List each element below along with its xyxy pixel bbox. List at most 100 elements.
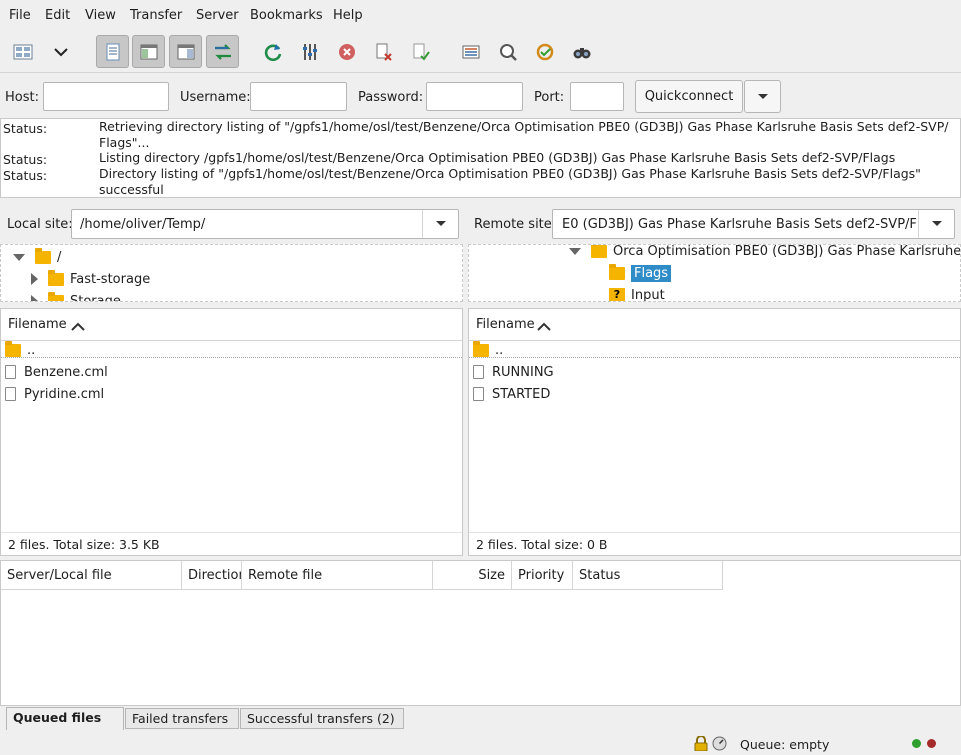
unknown-folder-icon: ?: [609, 288, 625, 301]
tree-item-input[interactable]: ? Input: [609, 285, 665, 302]
menu-view[interactable]: View: [85, 8, 116, 23]
file-row-parent[interactable]: ..: [473, 340, 503, 360]
local-directory-tree[interactable]: / Fast-storage Storage: [0, 244, 463, 302]
message-log[interactable]: Status: Retrieving directory listing of …: [0, 118, 961, 198]
queue-column-server-local-file[interactable]: Server/Local file: [1, 561, 182, 590]
queue-column-status[interactable]: Status: [573, 561, 723, 590]
file-name: STARTED: [492, 386, 551, 402]
chevron-down-icon[interactable]: [918, 210, 954, 238]
process-queue-icon[interactable]: [293, 35, 326, 68]
folder-icon: [48, 269, 64, 286]
local-filename-column-header[interactable]: Filename: [1, 309, 462, 341]
menu-edit[interactable]: Edit: [45, 8, 70, 23]
file-name: ..: [495, 342, 504, 358]
remote-directory-tree[interactable]: Orca Optimisation PBE0 (GD3BJ) Gas Phase…: [468, 244, 961, 302]
refresh-icon[interactable]: [256, 35, 289, 68]
quickconnect-dropdown-button[interactable]: [744, 80, 781, 113]
local-site-path: /home/oliver/Temp/: [80, 217, 206, 232]
file-row[interactable]: Benzene.cml: [5, 362, 108, 382]
tab-successful-transfers[interactable]: Successful transfers (2): [240, 708, 404, 729]
queue-column-priority[interactable]: Priority: [512, 561, 573, 590]
port-input[interactable]: [570, 82, 624, 111]
queue-column-direction[interactable]: Direction: [182, 561, 242, 590]
log-label: Status:: [3, 152, 48, 167]
menu-help[interactable]: Help: [333, 8, 363, 23]
chevron-down-icon[interactable]: [422, 210, 458, 238]
log-message: Retrieving directory listing of "/gpfs1/…: [99, 119, 949, 150]
file-icon: [5, 387, 16, 401]
tab-queued-files[interactable]: Queued files: [6, 707, 124, 730]
tree-item-label: Fast-storage: [70, 271, 151, 287]
quickconnect-button[interactable]: Quickconnect: [635, 80, 743, 113]
folder-icon: [473, 340, 489, 357]
expand-arrow-icon[interactable]: [569, 247, 581, 255]
log-label: Status:: [3, 121, 48, 136]
toggle-local-tree-icon[interactable]: [132, 35, 165, 68]
status-bar: Queue: empty: [0, 730, 961, 755]
column-label: Filename: [476, 317, 535, 332]
file-row[interactable]: RUNNING: [473, 362, 554, 382]
sync-browse-icon[interactable]: [528, 35, 561, 68]
cancel-icon[interactable]: [330, 35, 363, 68]
log-message: Listing directory /gpfs1/home/osl/test/B…: [99, 150, 896, 165]
menu-file[interactable]: File: [9, 8, 31, 23]
username-input[interactable]: [250, 82, 347, 111]
site-manager-icon[interactable]: [6, 35, 39, 68]
menu-bar: File Edit View Transfer Server Bookmarks…: [0, 0, 961, 32]
local-site-bar: Local site: /home/oliver/Temp/: [0, 204, 463, 244]
tree-item-label: Orca Optimisation PBE0 (GD3BJ) Gas Phase…: [613, 244, 961, 259]
tree-item-storage[interactable]: Storage: [31, 291, 121, 302]
filter-icon[interactable]: [454, 35, 487, 68]
tree-item-flags[interactable]: Flags: [609, 263, 672, 283]
host-label: Host:: [5, 90, 39, 105]
file-row[interactable]: STARTED: [473, 384, 550, 404]
local-file-list[interactable]: Filename .. Benzene.cml Pyridine.cml 2 f…: [0, 308, 463, 556]
host-input[interactable]: [43, 82, 169, 111]
tree-item-root[interactable]: /: [13, 247, 61, 267]
toolbar: [0, 32, 961, 72]
tab-failed-transfers[interactable]: Failed transfers: [125, 708, 239, 729]
folder-icon: [609, 263, 625, 280]
menu-server[interactable]: Server: [196, 8, 239, 23]
password-label: Password:: [358, 90, 424, 105]
local-site-path-combo[interactable]: /home/oliver/Temp/: [71, 209, 459, 239]
compare-icon[interactable]: [491, 35, 524, 68]
username-label: Username:: [180, 90, 251, 105]
queue-column-remote-file[interactable]: Remote file: [242, 561, 433, 590]
activity-led-green-icon: [912, 739, 921, 748]
menu-transfer[interactable]: Transfer: [130, 8, 182, 23]
chevron-down-icon: [757, 93, 768, 99]
collapse-arrow-icon[interactable]: [31, 273, 38, 285]
reconnect-icon[interactable]: [404, 35, 437, 68]
transfer-queue[interactable]: Server/Local file Direction Remote file …: [0, 560, 961, 706]
remote-filename-column-header[interactable]: Filename: [469, 309, 960, 341]
folder-icon: [5, 340, 21, 357]
password-input[interactable]: [426, 82, 523, 111]
tree-item-label: Storage: [70, 293, 121, 302]
activity-led-red-icon: [927, 739, 936, 748]
disconnect-icon[interactable]: [367, 35, 400, 68]
tree-item-orca-optimisation[interactable]: Orca Optimisation PBE0 (GD3BJ) Gas Phase…: [569, 244, 961, 261]
queue-column-size[interactable]: Size: [433, 561, 512, 590]
dropdown-chevron-icon[interactable]: [44, 35, 77, 68]
remote-file-summary: 2 files. Total size: 0 B: [476, 537, 608, 552]
toggle-message-log-icon[interactable]: [96, 35, 129, 68]
collapse-arrow-icon[interactable]: [31, 295, 38, 301]
tree-item-label: Input: [631, 287, 665, 302]
column-label: Filename: [8, 317, 67, 332]
toggle-remote-tree-icon[interactable]: [169, 35, 202, 68]
file-row[interactable]: Pyridine.cml: [5, 384, 104, 404]
local-file-summary: 2 files. Total size: 3.5 KB: [8, 537, 160, 552]
tree-item-label: /: [57, 249, 62, 265]
remote-file-list[interactable]: Filename .. RUNNING STARTED 2 files. Tot…: [468, 308, 961, 556]
speed-limit-icon[interactable]: [712, 736, 727, 751]
tree-item-fast-storage[interactable]: Fast-storage: [31, 269, 150, 289]
folder-icon: [591, 245, 607, 258]
toggle-transfer-queue-icon[interactable]: [206, 35, 239, 68]
file-row-parent[interactable]: ..: [5, 340, 35, 360]
expand-arrow-icon[interactable]: [13, 253, 25, 261]
remote-site-path-combo[interactable]: E0 (GD3BJ) Gas Phase Karlsruhe Basis Set…: [552, 209, 955, 239]
queue-status: Queue: empty: [740, 737, 830, 752]
search-icon[interactable]: [565, 35, 598, 68]
menu-bookmarks[interactable]: Bookmarks: [250, 8, 323, 23]
